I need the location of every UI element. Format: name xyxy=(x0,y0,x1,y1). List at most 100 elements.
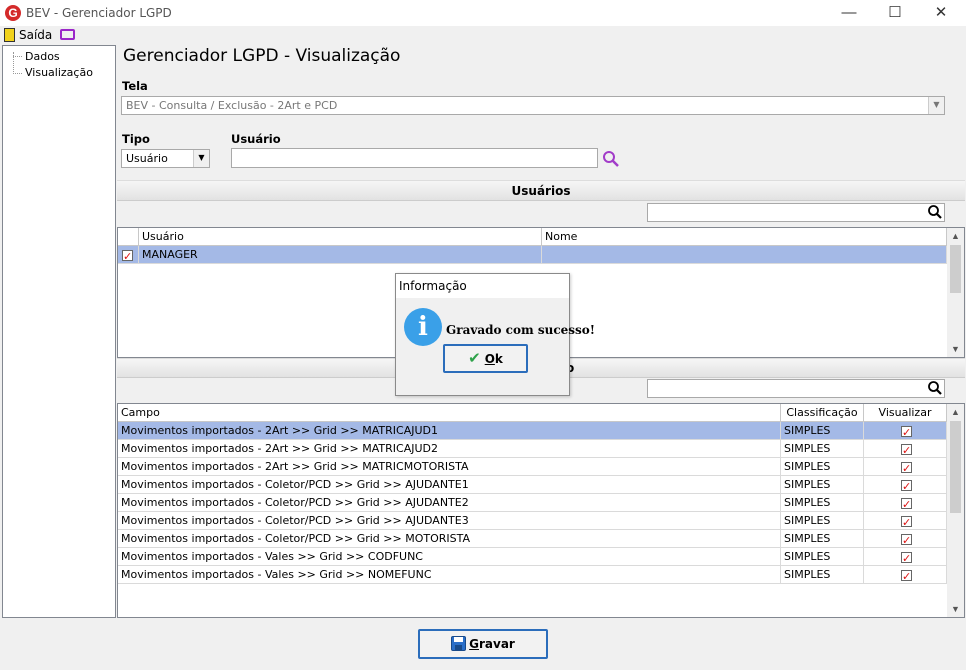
cell-classificacao: SIMPLES xyxy=(781,548,864,566)
search-icon[interactable] xyxy=(601,149,621,169)
cell-classificacao: SIMPLES xyxy=(781,458,864,476)
column-header-visualizar[interactable]: Visualizar xyxy=(864,404,947,422)
tela-label: Tela xyxy=(122,79,148,93)
checkbox-checked-icon[interactable] xyxy=(901,496,912,512)
cell-nome xyxy=(542,246,947,264)
cell-campo: Movimentos importados - 2Art >> Grid >> … xyxy=(118,458,781,476)
checkbox-checked-icon[interactable] xyxy=(901,550,912,566)
cell-campo: Movimentos importados - 2Art >> Grid >> … xyxy=(118,422,781,440)
search-icon[interactable] xyxy=(927,204,943,220)
save-button-label: ravar xyxy=(479,637,515,651)
exit-door-icon[interactable] xyxy=(4,28,15,42)
ok-button-label: k xyxy=(494,352,503,366)
scroll-thumb[interactable] xyxy=(950,245,961,293)
scroll-up-icon[interactable]: ▲ xyxy=(947,228,964,244)
checkbox-checked-icon[interactable] xyxy=(901,478,912,494)
scroll-down-icon[interactable]: ▼ xyxy=(947,341,964,357)
floppy-disk-icon xyxy=(451,636,467,651)
table-row[interactable]: Movimentos importados - Coletor/PCD >> G… xyxy=(118,512,947,530)
tipo-select-value: Usuário xyxy=(126,152,168,165)
ok-button[interactable]: ✔ Ok xyxy=(443,344,528,373)
scroll-up-icon[interactable]: ▲ xyxy=(947,404,964,420)
table-row[interactable]: Movimentos importados - Vales >> Grid >>… xyxy=(118,548,947,566)
navigation-tree: Dados Visualização xyxy=(2,45,116,618)
app-logo-icon: G xyxy=(5,5,21,21)
fields-grid: Campo Classificação Visualizar Movimento… xyxy=(117,403,965,618)
usuario-input[interactable] xyxy=(231,148,598,168)
tela-select[interactable]: BEV - Consulta / Exclusão - 2Art e PCD ▼ xyxy=(121,96,945,115)
column-header-classificacao[interactable]: Classificação xyxy=(781,404,864,422)
cell-visualizar xyxy=(864,494,947,512)
cell-campo: Movimentos importados - Vales >> Grid >>… xyxy=(118,566,781,584)
table-row[interactable]: Movimentos importados - 2Art >> Grid >> … xyxy=(118,422,947,440)
minimize-button[interactable]: — xyxy=(826,0,872,26)
tree-connector xyxy=(13,73,22,74)
checkmark-icon: ✔ xyxy=(468,349,481,367)
exit-button[interactable]: Saída xyxy=(19,28,52,42)
table-row[interactable]: Movimentos importados - Coletor/PCD >> G… xyxy=(118,530,947,548)
row-check-cell xyxy=(118,246,139,264)
users-filter-input[interactable] xyxy=(647,203,945,222)
users-scrollbar[interactable]: ▲ ▼ xyxy=(947,228,964,357)
cell-visualizar xyxy=(864,512,947,530)
dialog-message: Gravado com sucesso! xyxy=(446,323,596,337)
maximize-button[interactable]: ☐ xyxy=(872,0,918,26)
tree-item-visualizacao[interactable]: Visualização xyxy=(25,66,93,79)
table-row[interactable]: Movimentos importados - 2Art >> Grid >> … xyxy=(118,458,947,476)
cell-campo: Movimentos importados - Coletor/PCD >> G… xyxy=(118,512,781,530)
chevron-down-icon[interactable]: ▼ xyxy=(928,97,944,114)
window-title: BEV - Gerenciador LGPD xyxy=(26,6,172,20)
tela-select-value: BEV - Consulta / Exclusão - 2Art e PCD xyxy=(126,99,338,112)
column-header-usuario[interactable]: Usuário xyxy=(139,228,542,246)
info-icon: i xyxy=(404,308,442,346)
tree-connector xyxy=(13,56,22,57)
cell-visualizar xyxy=(864,458,947,476)
table-row[interactable]: MANAGER xyxy=(118,246,947,264)
save-button[interactable]: Gravar xyxy=(418,629,548,659)
chevron-down-icon[interactable]: ▼ xyxy=(193,150,209,167)
cell-campo: Movimentos importados - Coletor/PCD >> G… xyxy=(118,494,781,512)
cell-classificacao: SIMPLES xyxy=(781,476,864,494)
table-row[interactable]: Movimentos importados - Vales >> Grid >>… xyxy=(118,566,947,584)
fields-filter-input[interactable] xyxy=(647,379,945,398)
scroll-down-icon[interactable]: ▼ xyxy=(947,601,964,617)
scroll-thumb[interactable] xyxy=(950,421,961,513)
users-section-header: Usuários xyxy=(117,180,965,201)
cell-usuario: MANAGER xyxy=(139,246,542,264)
cell-campo: Movimentos importados - Coletor/PCD >> G… xyxy=(118,476,781,494)
cell-classificacao: SIMPLES xyxy=(781,566,864,584)
checkbox-checked-icon[interactable] xyxy=(122,248,133,264)
cell-visualizar xyxy=(864,548,947,566)
checkbox-checked-icon[interactable] xyxy=(901,460,912,476)
fields-scrollbar[interactable]: ▲ ▼ xyxy=(947,404,964,617)
ok-button-mnemonic: O xyxy=(484,352,495,366)
users-header-checkbox xyxy=(118,228,139,246)
checkbox-checked-icon[interactable] xyxy=(901,442,912,458)
column-header-campo[interactable]: Campo xyxy=(118,404,781,422)
cell-campo: Movimentos importados - Coletor/PCD >> G… xyxy=(118,530,781,548)
tipo-label: Tipo xyxy=(122,132,150,146)
table-row[interactable]: Movimentos importados - Coletor/PCD >> G… xyxy=(118,476,947,494)
cell-classificacao: SIMPLES xyxy=(781,530,864,548)
cell-visualizar xyxy=(864,476,947,494)
page-title: Gerenciador LGPD - Visualização xyxy=(123,46,401,66)
tipo-select[interactable]: Usuário ▼ xyxy=(121,149,210,168)
checkbox-checked-icon[interactable] xyxy=(901,424,912,440)
checkbox-checked-icon[interactable] xyxy=(901,568,912,584)
cell-classificacao: SIMPLES xyxy=(781,512,864,530)
close-button[interactable]: ✕ xyxy=(918,0,964,26)
tree-item-dados[interactable]: Dados xyxy=(25,50,60,63)
cell-visualizar xyxy=(864,440,947,458)
dialog-title: Informação xyxy=(396,274,569,298)
cell-classificacao: SIMPLES xyxy=(781,440,864,458)
monitor-icon[interactable] xyxy=(60,29,75,40)
cell-classificacao: SIMPLES xyxy=(781,494,864,512)
cell-campo: Movimentos importados - Vales >> Grid >>… xyxy=(118,548,781,566)
save-button-mnemonic: G xyxy=(469,637,479,651)
checkbox-checked-icon[interactable] xyxy=(901,514,912,530)
table-row[interactable]: Movimentos importados - 2Art >> Grid >> … xyxy=(118,440,947,458)
search-icon[interactable] xyxy=(927,380,943,396)
table-row[interactable]: Movimentos importados - Coletor/PCD >> G… xyxy=(118,494,947,512)
column-header-nome[interactable]: Nome xyxy=(542,228,947,246)
checkbox-checked-icon[interactable] xyxy=(901,532,912,548)
